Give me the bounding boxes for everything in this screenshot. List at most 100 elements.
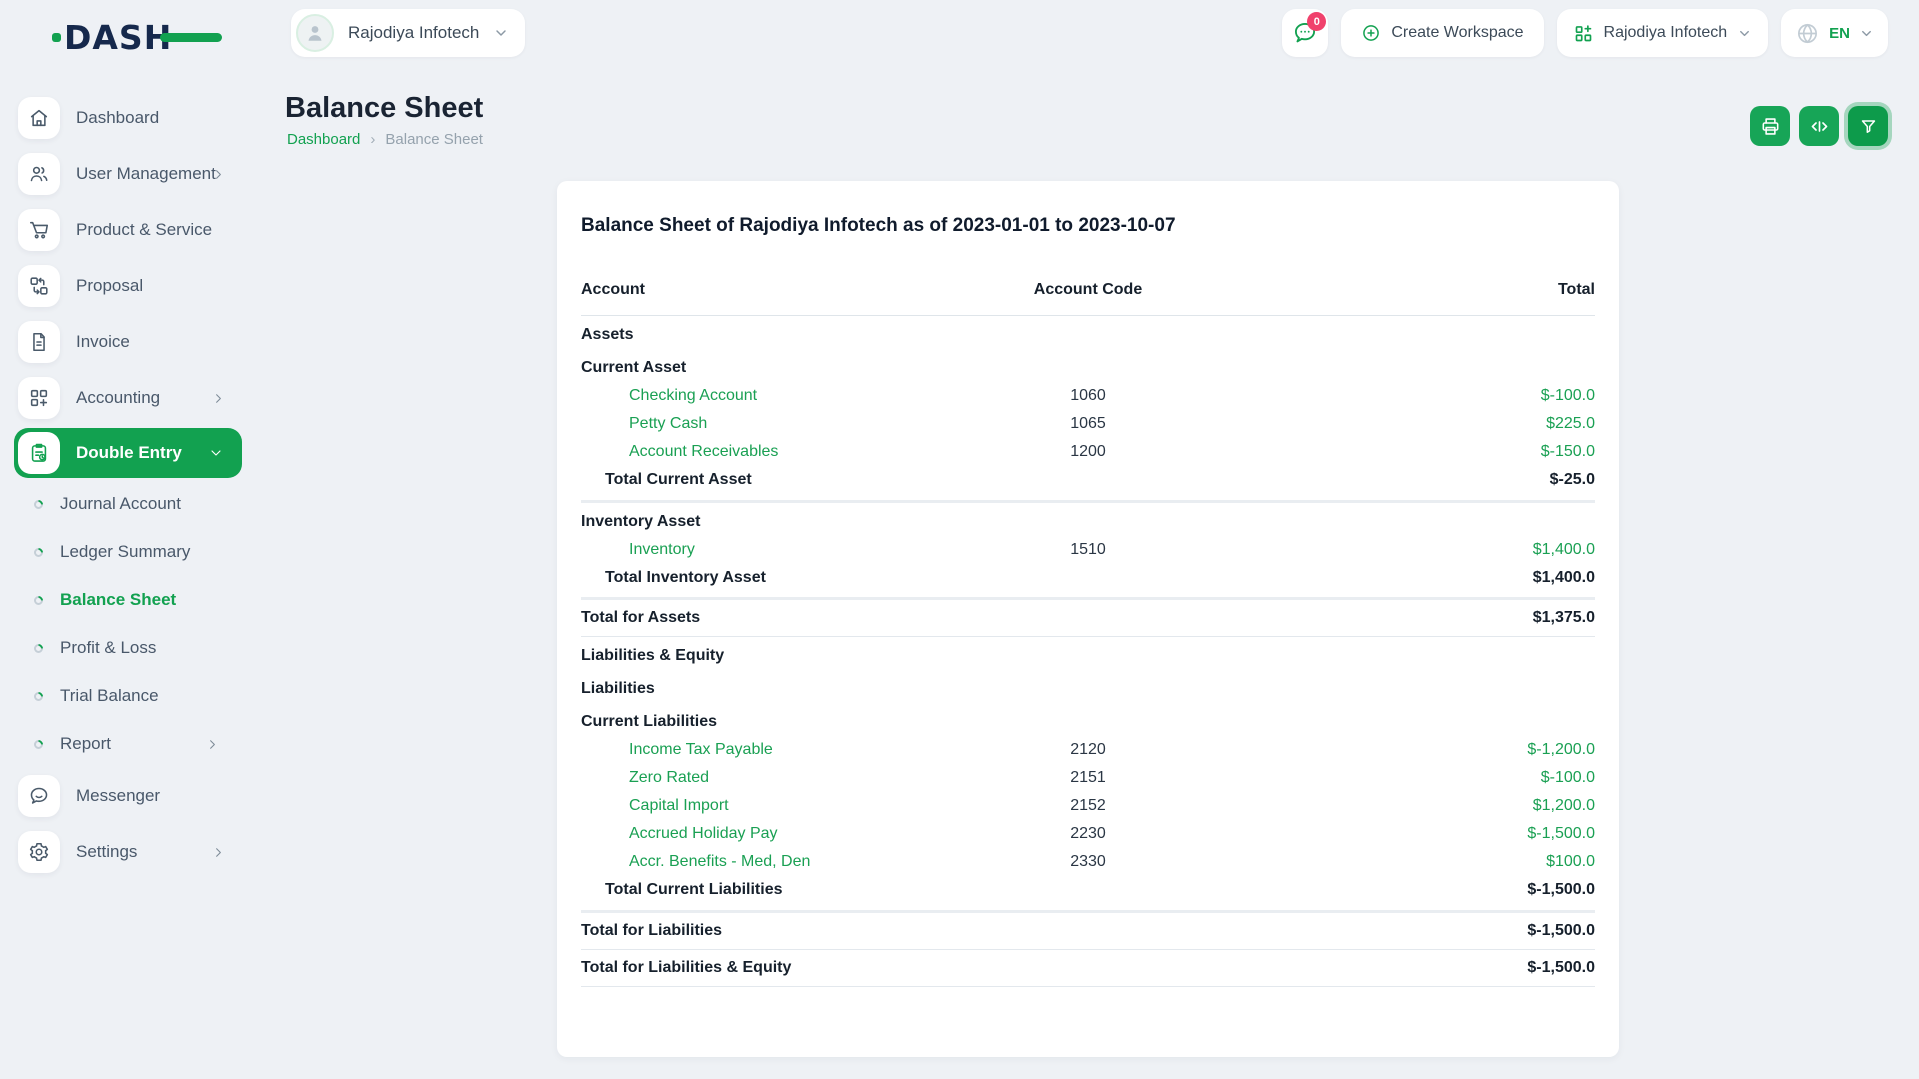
total-cell: $-1,500.0 [1225,876,1595,904]
section-label-cell: Current Liabilities [581,703,951,736]
account-link[interactable]: Capital Import [629,797,729,814]
total-label-cell: Total for Liabilities & Equity [581,949,951,986]
chevron-down-icon [493,25,509,41]
table-row: Zero Rated2151$-100.0 [581,764,1595,792]
code-split-icon [1809,116,1830,137]
total-label-cell: Total for Assets [581,599,951,637]
account-code-cell: 2230 [951,820,1225,848]
sidebar-subitem-label: Journal Account [60,494,181,514]
total-label-cell: Total Current Asset [581,466,951,494]
total-cell [1225,349,1595,382]
report-title: Balance Sheet of Rajodiya Infotech as of… [581,215,1595,237]
table-row: Checking Account1060$-100.0 [581,382,1595,410]
sidebar-item-double-entry[interactable]: Double Entry [14,428,242,478]
avatar [296,14,334,52]
table-row: Account Receivables1200$-150.0 [581,438,1595,466]
sidebar-subitem-balance-sheet[interactable]: Balance Sheet [0,576,252,624]
total-cell [1225,637,1595,671]
sidebar-item-product-service[interactable]: Product & Service [0,202,252,258]
sidebar-subitem-ledger-summary[interactable]: Ledger Summary [0,528,252,576]
account-cell: Petty Cash [581,410,951,438]
table-row: Assets [581,316,1595,350]
chevron-right-icon [211,845,226,860]
account-link[interactable]: Checking Account [629,387,757,404]
chevron-down-icon [208,445,224,461]
account-link[interactable]: Accrued Holiday Pay [629,825,778,842]
total-cell [1225,670,1595,703]
company-menu-button[interactable]: Rajodiya Infotech [1557,9,1769,57]
chevron-right-icon [205,737,220,752]
total-cell: $1,200.0 [1225,792,1595,820]
workspace-name: Rajodiya Infotech [348,23,479,43]
users-icon [18,153,60,195]
invoice-icon [18,321,60,363]
messenger-icon [18,775,60,817]
table-row: Income Tax Payable2120$-1,200.0 [581,736,1595,764]
account-link[interactable]: Zero Rated [629,769,709,786]
table-row: Capital Import2152$1,200.0 [581,792,1595,820]
filter-button[interactable] [1848,106,1888,146]
sidebar-bottom-menu: Messenger Settings [0,768,252,880]
workspace-selector[interactable]: Rajodiya Infotech [291,9,525,57]
column-header-account-code: Account Code [951,277,1225,316]
accounting-icon [18,377,60,419]
account-code-cell: 2120 [951,736,1225,764]
create-workspace-button[interactable]: Create Workspace [1341,9,1543,57]
grid-plus-icon [1573,23,1594,44]
divider-line [581,904,1595,911]
account-code-cell [951,876,1225,904]
account-link[interactable]: Petty Cash [629,415,707,432]
account-code-cell [951,316,1225,350]
account-code-cell [951,637,1225,671]
account-link[interactable]: Income Tax Payable [629,741,773,758]
balance-sheet-table: Account Account Code Total AssetsCurrent… [581,277,1595,987]
total-cell: $-25.0 [1225,466,1595,494]
sidebar-item-settings[interactable]: Settings [0,824,252,880]
sidebar-subitem-label: Trial Balance [60,686,159,706]
sidebar-item-user-management[interactable]: User Management [0,146,252,202]
sidebar-subitem-profit-loss[interactable]: Profit & Loss [0,624,252,672]
sidebar-item-accounting[interactable]: Accounting [0,370,252,426]
bullet-icon [32,594,45,607]
account-link[interactable]: Accr. Benefits - Med, Den [629,853,810,870]
total-cell: $-1,500.0 [1225,911,1595,949]
account-code-cell: 1510 [951,536,1225,564]
sidebar-subitem-journal-account[interactable]: Journal Account [0,480,252,528]
account-code-cell: 1200 [951,438,1225,466]
sidebar-subitem-report[interactable]: Report [0,720,252,768]
breadcrumb-dashboard-link[interactable]: Dashboard [287,131,360,148]
toggle-columns-button[interactable] [1799,106,1839,146]
settings-icon [18,831,60,873]
app-logo[interactable]: DASH [64,18,194,56]
table-row: Accrued Holiday Pay2230$-1,500.0 [581,820,1595,848]
section-label-cell: Inventory Asset [581,501,951,536]
account-link[interactable]: Inventory [629,541,695,558]
section-label-cell: Liabilities & Equity [581,637,951,671]
account-cell: Inventory [581,536,951,564]
chevron-right-icon [211,167,226,182]
account-link[interactable]: Account Receivables [629,443,778,460]
table-row: Total for Liabilities & Equity$-1,500.0 [581,949,1595,986]
account-code-cell: 2151 [951,764,1225,792]
table-row: Current Asset [581,349,1595,382]
total-label-cell: Total Current Liabilities [581,876,951,904]
home-icon [18,97,60,139]
language-selector[interactable]: EN [1781,9,1888,57]
print-button[interactable] [1750,106,1790,146]
column-header-account: Account [581,277,951,316]
sidebar-subitem-trial-balance[interactable]: Trial Balance [0,672,252,720]
messages-button[interactable]: 0 [1282,9,1328,57]
proposal-icon [18,265,60,307]
double-entry-icon [18,432,60,474]
sidebar-item-proposal[interactable]: Proposal [0,258,252,314]
sidebar-double-entry-submenu: Journal Account Ledger Summary Balance S… [0,480,252,768]
total-cell: $-100.0 [1225,382,1595,410]
total-cell: $1,400.0 [1225,536,1595,564]
sidebar-item-invoice[interactable]: Invoice [0,314,252,370]
sidebar-item-label: Product & Service [76,220,212,240]
globe-icon [1795,21,1820,46]
account-cell: Account Receivables [581,438,951,466]
sidebar-item-messenger[interactable]: Messenger [0,768,252,824]
sidebar-item-dashboard[interactable]: Dashboard [0,90,252,146]
sidebar-subitem-label: Report [60,734,111,754]
